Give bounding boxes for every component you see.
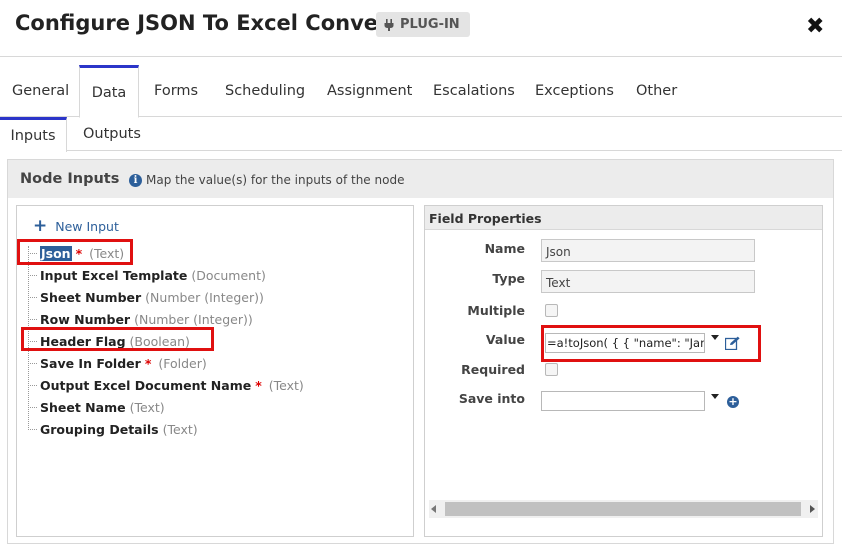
save-into-input[interactable]	[541, 391, 705, 411]
save-into-label: Save into	[458, 391, 525, 406]
tree-node-name: Grouping Details	[40, 421, 159, 437]
section-hint: Map the value(s) for the inputs of the n…	[146, 173, 405, 187]
tab-data[interactable]: Data	[79, 65, 139, 118]
section-header: Node Inputs i Map the value(s) for the i…	[8, 160, 833, 198]
dialog-header: Configure JSON To Excel Converter PLUG-I…	[0, 0, 842, 57]
plug-icon	[384, 18, 394, 31]
new-input-label: New Input	[55, 219, 119, 234]
add-circle-icon[interactable]: +	[727, 396, 739, 408]
info-icon: i	[129, 174, 142, 187]
tree-node-name: Sheet Name	[40, 399, 126, 415]
tree-node-save-in-folder[interactable]: Save In Folder * (Folder)	[28, 353, 207, 373]
field-properties-panel: Field Properties Name Json Type Text Mul…	[424, 205, 823, 537]
tree-node-name: Row Number	[40, 311, 131, 327]
main-tabs: General Data Forms Scheduling Assignment…	[0, 65, 842, 118]
required-marker: *	[144, 355, 152, 371]
highlight-box-header-flag	[21, 327, 214, 351]
scroll-left-arrow[interactable]	[431, 505, 436, 513]
subtab-outputs[interactable]: Outputs	[83, 117, 141, 151]
dialog-title: Configure JSON To Excel Converter	[15, 11, 424, 35]
scroll-thumb[interactable]	[445, 502, 801, 516]
tree-node-type: (Number (Integer))	[145, 289, 264, 305]
required-checkbox[interactable]	[545, 363, 558, 376]
name-field: Json	[541, 239, 755, 262]
value-label: Value	[485, 332, 525, 347]
inputs-tree-panel: + New Input Json * (Text) Input Excel Temp…	[16, 205, 414, 537]
tab-other[interactable]: Other	[636, 65, 677, 117]
type-field: Text	[541, 270, 755, 293]
required-marker: *	[255, 377, 262, 393]
tab-general[interactable]: General	[12, 65, 69, 117]
tree-node-output-excel-document-name[interactable]: Output Excel Document Name * (Text)	[28, 375, 304, 395]
plugin-badge-label: PLUG-IN	[400, 17, 460, 32]
tab-escalations[interactable]: Escalations	[433, 65, 515, 117]
tab-scheduling[interactable]: Scheduling	[225, 65, 305, 117]
tree-node-type: (Text)	[162, 421, 198, 437]
tree-node-input-excel-template[interactable]: Input Excel Template (Document)	[28, 265, 266, 285]
tab-forms[interactable]: Forms	[154, 65, 198, 117]
tree-node-type: (Document)	[191, 267, 266, 283]
tree-node-type: (Number (Integer))	[134, 311, 253, 327]
tree-node-type: (Folder)	[158, 355, 207, 371]
node-inputs-panel: Node Inputs i Map the value(s) for the i…	[7, 159, 834, 544]
tree-node-name: Output Excel Document Name	[40, 377, 252, 393]
plugin-badge: PLUG-IN	[376, 12, 470, 37]
name-label: Name	[484, 241, 525, 256]
scroll-right-arrow[interactable]	[810, 505, 815, 513]
tree-node-type: (Text)	[129, 399, 165, 415]
field-properties-header: Field Properties	[425, 206, 822, 230]
close-icon[interactable]: ✖	[806, 14, 824, 39]
multiple-checkbox[interactable]	[545, 304, 558, 317]
tab-exceptions[interactable]: Exceptions	[535, 65, 614, 117]
tree-node-row-number[interactable]: Row Number (Number (Integer))	[28, 309, 253, 329]
highlight-box-json	[17, 239, 133, 265]
tree-node-name: Save In Folder	[40, 355, 141, 371]
tree-node-sheet-number[interactable]: Sheet Number (Number (Integer))	[28, 287, 264, 307]
tree-node-type: (Text)	[268, 377, 304, 393]
required-label: Required	[461, 362, 525, 377]
horizontal-scrollbar[interactable]	[429, 500, 818, 518]
tab-assignment[interactable]: Assignment	[327, 65, 412, 117]
save-into-dropdown-arrow[interactable]	[711, 394, 719, 399]
field-properties-title: Field Properties	[429, 211, 542, 226]
plus-icon: +	[33, 216, 48, 236]
multiple-label: Multiple	[467, 303, 525, 318]
tree-node-name: Sheet Number	[40, 289, 142, 305]
tree-node-grouping-details[interactable]: Grouping Details (Text)	[28, 419, 198, 439]
subtab-inputs[interactable]: Inputs	[0, 117, 67, 152]
new-input-button[interactable]: + New Input	[33, 218, 119, 235]
sub-tabs: Inputs Outputs	[0, 117, 842, 152]
type-label: Type	[492, 271, 525, 286]
tree-node-sheet-name[interactable]: Sheet Name (Text)	[28, 397, 165, 417]
tree-node-name: Input Excel Template	[40, 267, 188, 283]
highlight-box-value	[541, 325, 761, 362]
section-title: Node Inputs	[20, 171, 120, 187]
